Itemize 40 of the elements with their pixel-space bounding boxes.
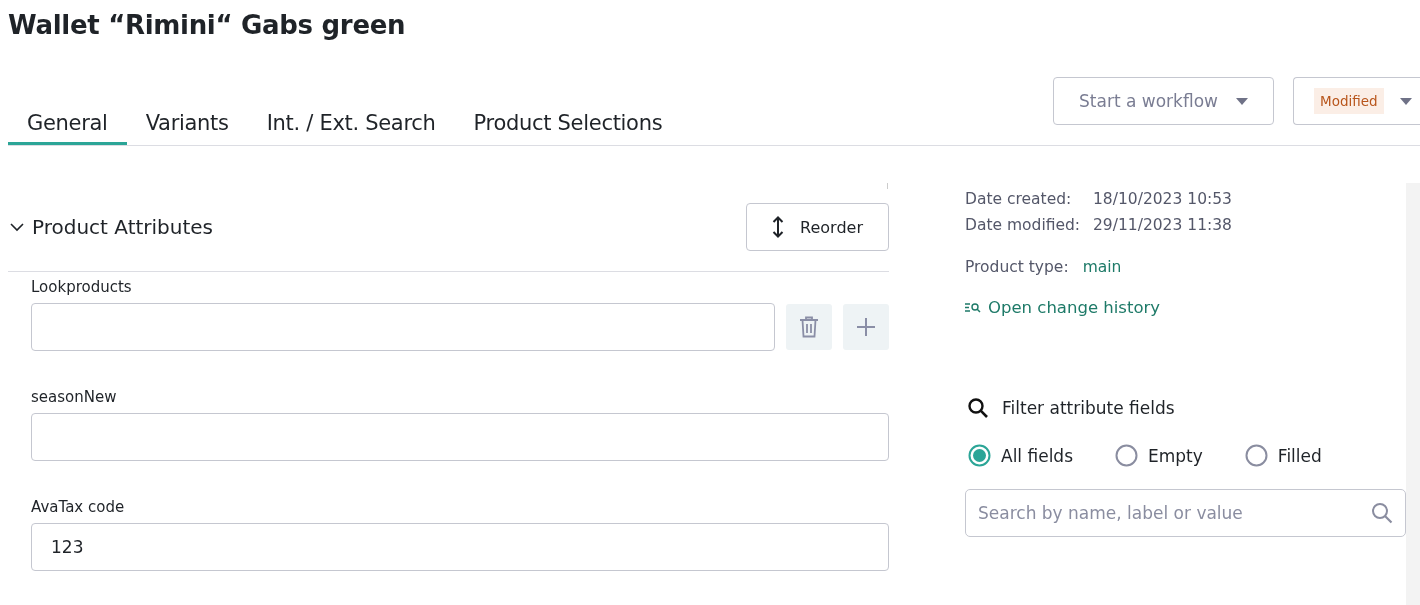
field-label: AvaTax code [31, 498, 126, 516]
info-label: Date created: [965, 190, 1073, 208]
field-label: Lookproducts [31, 278, 133, 296]
reorder-button[interactable]: Reorder [746, 203, 889, 251]
caret-icon [1235, 97, 1248, 105]
tab[interactable]: Int. / Ext. Search [247, 96, 455, 145]
radio-option[interactable]: Empty [1115, 444, 1203, 467]
input-field[interactable] [31, 413, 889, 461]
info-value: 29/11/2023 11:38 [1093, 216, 1232, 234]
status-badge: Modified [1314, 88, 1384, 114]
info-value: 18/10/2023 10:53 [1093, 190, 1232, 208]
tab[interactable]: Variants [126, 96, 248, 145]
history-search-icon [965, 302, 981, 313]
radio-option[interactable]: All fields [968, 444, 1074, 467]
radio-option[interactable]: Filled [1244, 444, 1322, 467]
change-history-link[interactable]: Open change history [988, 298, 1161, 317]
search-icon [1371, 502, 1393, 524]
add-button[interactable] [843, 304, 889, 350]
delete-button[interactable] [786, 304, 832, 350]
input-field[interactable]: 123 [31, 523, 889, 571]
input-field[interactable] [31, 303, 775, 351]
workflow-dropdown[interactable]: Start a workflow [1053, 77, 1274, 125]
section-title: Product Attributes [32, 215, 215, 239]
filter-title: Filter attribute fields [1002, 398, 1175, 418]
chevron-icon[interactable] [10, 222, 24, 232]
caret-icon [1399, 97, 1412, 105]
search-field[interactable]: Search by name, label or value [965, 489, 1406, 537]
info-label: Date modified: [965, 216, 1082, 234]
field-label: seasonNew [31, 388, 118, 406]
plus-icon [856, 317, 876, 337]
status-dropdown[interactable]: Modified [1293, 77, 1420, 125]
tab[interactable]: Product Selections [454, 96, 682, 145]
vertical-arrows-icon [772, 216, 785, 238]
info-label: Product type: [965, 258, 1069, 276]
trash-icon [799, 316, 819, 338]
tab[interactable]: General [8, 96, 127, 145]
page-title: Wallet “Rimini“ Gabs green [8, 10, 406, 40]
search-icon [967, 397, 989, 419]
scrollbar[interactable] [1406, 183, 1420, 605]
product-type-value: main [1082, 258, 1122, 276]
